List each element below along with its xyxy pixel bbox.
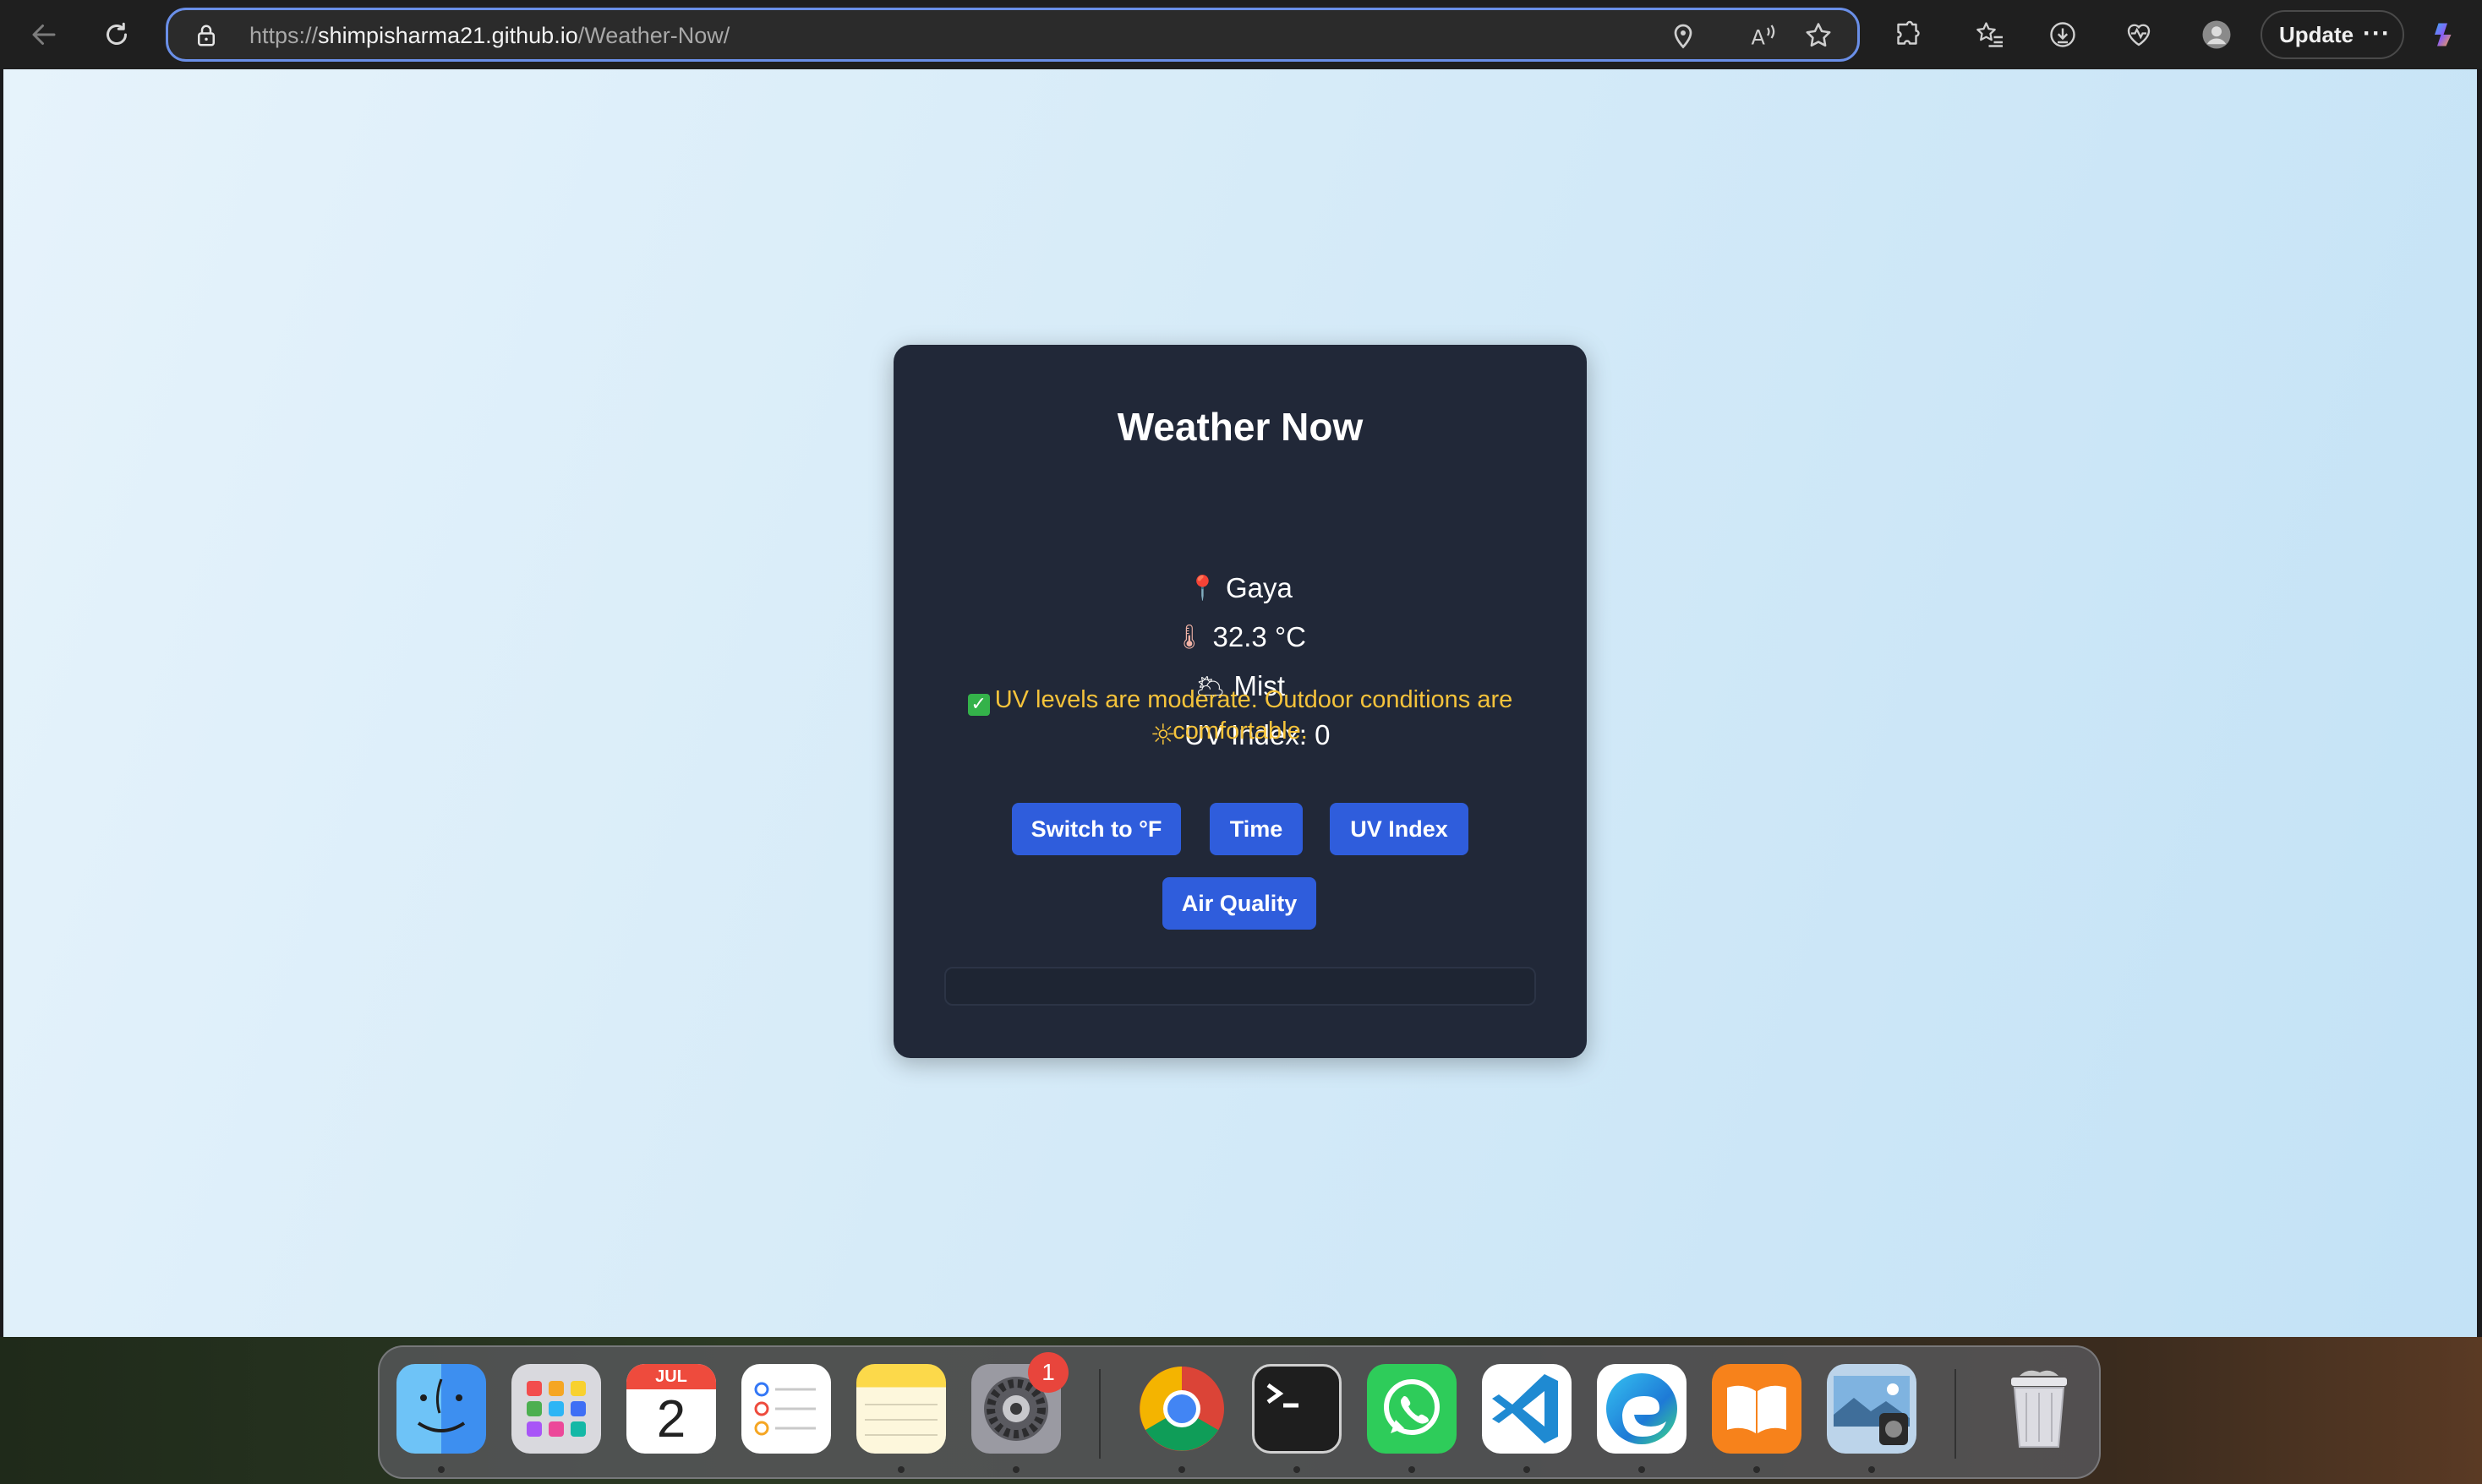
trash-icon[interactable]	[1994, 1364, 2084, 1454]
weather-card: Weather Now 📍 Gaya 🌡 32.3 °C 🌥 Mist ☼ UV…	[894, 345, 1587, 1058]
calendar-icon[interactable]: JUL 2	[626, 1364, 716, 1454]
terminal-running-dot	[1293, 1466, 1300, 1473]
dock-separator	[1099, 1369, 1101, 1459]
url-host: shimpisharma21.github.io	[318, 23, 578, 48]
update-button[interactable]: Update ···	[2261, 10, 2404, 59]
reminders-icon[interactable]	[741, 1364, 831, 1454]
edge-running-dot	[1638, 1466, 1645, 1473]
check-icon: ✓	[967, 694, 990, 716]
browser-essentials-icon[interactable]	[2118, 14, 2159, 55]
extensions-icon[interactable]	[1887, 14, 1927, 55]
books-icon[interactable]	[1712, 1364, 1801, 1454]
dock: JUL 2	[378, 1345, 2101, 1479]
calendar-day: 2	[656, 1390, 686, 1449]
chrome-running-dot	[1178, 1466, 1185, 1473]
read-aloud-icon[interactable]: A	[1747, 20, 1778, 51]
reload-icon[interactable]	[96, 14, 137, 55]
launchpad-icon[interactable]	[511, 1364, 601, 1454]
page-viewport: Weather Now 📍 Gaya 🌡 32.3 °C 🌥 Mist ☼ UV…	[3, 69, 2477, 1337]
pin-icon: 📍	[1188, 574, 1217, 602]
location-text: Gaya	[1226, 572, 1293, 603]
uv-index-button[interactable]: UV Index	[1330, 803, 1468, 855]
chrome-icon[interactable]	[1137, 1364, 1227, 1454]
dock-separator-2	[1954, 1369, 1956, 1459]
favorite-star-icon[interactable]	[1803, 20, 1834, 51]
preview-running-dot	[1868, 1466, 1875, 1473]
lock-icon[interactable]	[194, 22, 219, 49]
settings-running-dot	[1013, 1466, 1020, 1473]
favorites-list-icon[interactable]	[1970, 14, 2010, 55]
whatsapp-running-dot	[1408, 1466, 1415, 1473]
notes-running-dot	[898, 1466, 905, 1473]
settings-notification-badge: 1	[1028, 1352, 1069, 1393]
thermometer-icon: 🌡	[1174, 623, 1205, 651]
switch-unit-button[interactable]: Switch to °F	[1012, 803, 1181, 855]
finder-running-dot	[438, 1466, 445, 1473]
finder-icon[interactable]	[396, 1364, 486, 1454]
notes-icon[interactable]	[856, 1364, 946, 1454]
books-running-dot	[1753, 1466, 1760, 1473]
back-icon[interactable]	[24, 14, 64, 55]
url-scheme: https://	[249, 23, 319, 48]
copilot-icon[interactable]	[2425, 14, 2465, 55]
address-bar[interactable]: https://shimpisharma21.github.io/Weather…	[166, 8, 1860, 62]
whatsapp-icon[interactable]	[1367, 1364, 1457, 1454]
location-line: 📍 Gaya	[894, 571, 1587, 605]
more-options-icon[interactable]: ···	[2363, 19, 2391, 48]
terminal-icon[interactable]	[1252, 1364, 1342, 1454]
url-text[interactable]: https://shimpisharma21.github.io/Weather…	[249, 22, 730, 49]
time-button[interactable]: Time	[1210, 803, 1303, 855]
profile-avatar-icon[interactable]	[2196, 14, 2237, 55]
temperature-text: 32.3 °C	[1212, 621, 1306, 652]
page-title: Weather Now	[1117, 405, 1364, 449]
browser-toolbar: https://shimpisharma21.github.io/Weather…	[0, 0, 2482, 69]
url-path: /Weather-Now/	[577, 23, 730, 48]
air-quality-button[interactable]: Air Quality	[1162, 877, 1316, 930]
preview-icon[interactable]	[1827, 1364, 1916, 1454]
location-pin-icon[interactable]	[1668, 20, 1698, 51]
vscode-icon[interactable]	[1482, 1364, 1572, 1454]
edge-icon[interactable]	[1597, 1364, 1687, 1454]
uv-advice-text: UV levels are moderate. Outdoor conditio…	[994, 686, 1513, 745]
uv-advice: ✓ UV levels are moderate. Outdoor conditi…	[953, 685, 1528, 746]
result-output	[944, 967, 1536, 1006]
temperature-line: 🌡 32.3 °C	[894, 620, 1587, 654]
vscode-running-dot	[1523, 1466, 1530, 1473]
calendar-month: JUL	[626, 1364, 716, 1389]
update-label: Update	[2279, 21, 2354, 47]
svg-text:A: A	[1752, 26, 1766, 50]
downloads-icon[interactable]	[2042, 14, 2083, 55]
